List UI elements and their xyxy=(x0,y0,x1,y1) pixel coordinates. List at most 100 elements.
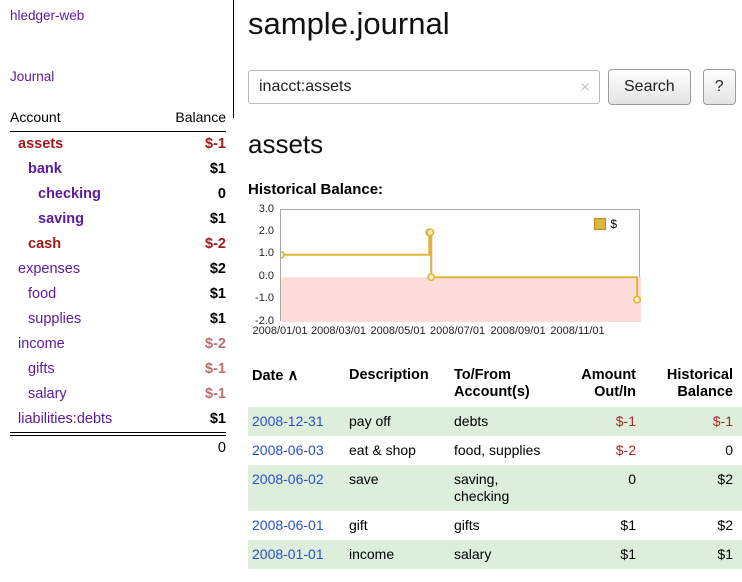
register-row: 2008-12-31pay offdebts$-1$-1 xyxy=(248,407,742,436)
sidebar: hledger-web Journal Account Balance asse… xyxy=(0,0,236,460)
account-row: supplies $1 xyxy=(10,307,226,332)
legend-label: $ xyxy=(610,217,617,231)
accounts-header-account: Account xyxy=(10,109,61,125)
txn-description: eat & shop xyxy=(345,436,450,465)
account-link-bank[interactable]: bank xyxy=(10,161,62,178)
register-row: 2008-06-03 eat & shopfood, supplies$-20 xyxy=(248,436,742,465)
account-balance: 0 xyxy=(218,186,226,203)
search-input[interactable] xyxy=(249,71,569,103)
txn-accounts: gifts xyxy=(450,511,545,540)
account-link-expenses[interactable]: expenses xyxy=(10,261,80,278)
register-row: 2008-01-01incomesalary$1$1 xyxy=(248,540,742,569)
accounts-header: Account Balance xyxy=(10,106,226,132)
account-balance: $1 xyxy=(210,211,226,228)
y-axis-label: 3.0 xyxy=(259,203,274,215)
account-link-income[interactable]: income xyxy=(10,336,65,353)
txn-accounts: food, supplies xyxy=(450,436,545,465)
clear-search-icon[interactable]: × xyxy=(580,78,590,95)
accounts-header-balance: Balance xyxy=(175,109,226,125)
help-button[interactable]: ? xyxy=(703,69,736,105)
account-link-saving[interactable]: saving xyxy=(10,211,84,228)
main-content: sample.journal × Search ? assets Histori… xyxy=(248,0,742,569)
txn-date-cell: 2008-06-01 xyxy=(248,511,345,540)
txn-amount: $1 xyxy=(545,540,640,569)
x-axis-label: 2008/05/01 xyxy=(371,325,426,337)
search-box: × xyxy=(248,70,600,104)
account-balance: $1 xyxy=(210,311,226,328)
balance-chart: 3.02.01.00.0-1.0-2.0 $ 2008/01/012008/03… xyxy=(248,205,742,351)
brand-link[interactable]: hledger-web xyxy=(10,8,226,23)
account-link-supplies[interactable]: supplies xyxy=(10,311,81,328)
txn-date-link[interactable]: 2008-01-01 xyxy=(252,546,324,562)
legend-swatch-icon xyxy=(594,218,606,230)
txn-amount: $1 xyxy=(545,511,640,540)
txn-description: save xyxy=(345,465,450,511)
register-header-date[interactable]: Date ∧ xyxy=(248,365,345,407)
register-header-description: Description xyxy=(345,365,450,407)
account-row: salary $-1 xyxy=(10,382,226,407)
x-axis: 2008/01/012008/03/012008/05/012008/07/01… xyxy=(280,325,640,339)
txn-date-link[interactable]: 2008-06-02 xyxy=(252,471,324,487)
data-point xyxy=(281,251,284,257)
register-header-date-label: Date xyxy=(252,368,283,384)
txn-balance: 0 xyxy=(640,436,737,465)
search-button[interactable]: Search xyxy=(608,69,691,105)
account-heading: assets xyxy=(248,130,742,160)
txn-description: income xyxy=(345,540,450,569)
txn-date-link[interactable]: 2008-12-31 xyxy=(252,413,324,429)
account-balance: $1 xyxy=(210,411,226,428)
plot-area: $ xyxy=(280,209,640,321)
account-link-salary[interactable]: salary xyxy=(10,386,67,403)
register-header-balance: Historical Balance xyxy=(640,365,737,407)
account-link-gifts[interactable]: gifts xyxy=(10,361,55,378)
y-axis-label: 2.0 xyxy=(259,225,274,237)
register-header-amount: Amount Out/In xyxy=(545,365,640,407)
account-balance: $1 xyxy=(210,161,226,178)
x-axis-label: 2008/01/01 xyxy=(252,325,307,337)
page-title: sample.journal xyxy=(248,6,742,42)
negative-region xyxy=(281,277,641,322)
account-row: expenses$2 xyxy=(10,257,226,282)
txn-date-cell: 2008-01-01 xyxy=(248,540,345,569)
txn-amount: $-2 xyxy=(545,436,640,465)
account-link-food[interactable]: food xyxy=(10,286,56,303)
account-balance: $-1 xyxy=(205,386,226,403)
txn-date-link[interactable]: 2008-06-03 xyxy=(252,442,324,458)
txn-date-cell: 2008-06-02 xyxy=(248,465,345,511)
register-row: 2008-06-01giftgifts$1$2 xyxy=(248,511,742,540)
account-row: cash$-2 xyxy=(10,232,226,257)
account-link-checking[interactable]: checking xyxy=(10,186,101,203)
account-balance: $-2 xyxy=(205,336,226,353)
txn-balance: $1 xyxy=(640,540,737,569)
account-row: liabilities:debts $1 xyxy=(10,407,226,432)
data-point xyxy=(427,229,433,235)
nav-journal-link[interactable]: Journal xyxy=(10,69,226,84)
x-axis-label: 2008/09/01 xyxy=(491,325,546,337)
account-row: checking 0 xyxy=(10,182,226,207)
y-axis-label: 0.0 xyxy=(259,270,274,282)
txn-date-link[interactable]: 2008-06-01 xyxy=(252,517,324,533)
account-link-cash[interactable]: cash xyxy=(10,236,61,253)
txn-accounts: saving, checking xyxy=(450,465,545,511)
account-link-assets[interactable]: assets xyxy=(10,136,63,153)
account-row: bank $1 xyxy=(10,157,226,182)
account-row: assets$-1 xyxy=(10,132,226,157)
y-axis: 3.02.01.00.0-1.0-2.0 xyxy=(248,209,276,321)
txn-balance: $2 xyxy=(640,465,737,511)
txn-date-cell: 2008-12-31 xyxy=(248,407,345,436)
account-balance: $1 xyxy=(210,286,226,303)
sort-ascending-icon: ∧ xyxy=(287,367,298,384)
txn-balance: $2 xyxy=(640,511,737,540)
accounts-total: 0 xyxy=(218,440,226,456)
register-header-tofrom: To/From Account(s) xyxy=(450,365,545,407)
register-table: Date ∧ Description To/From Account(s) Am… xyxy=(248,365,742,569)
account-row: income $-2 xyxy=(10,332,226,357)
data-point xyxy=(428,274,434,280)
txn-amount: $-1 xyxy=(545,407,640,436)
data-point xyxy=(634,296,640,302)
account-balance: $-1 xyxy=(205,361,226,378)
account-link-liabilities-debts[interactable]: liabilities:debts xyxy=(10,411,112,428)
accounts-panel: Account Balance assets$-1bank$1checking0… xyxy=(10,106,226,460)
account-row: gifts $-1 xyxy=(10,357,226,382)
y-axis-label: -1.0 xyxy=(255,292,274,304)
